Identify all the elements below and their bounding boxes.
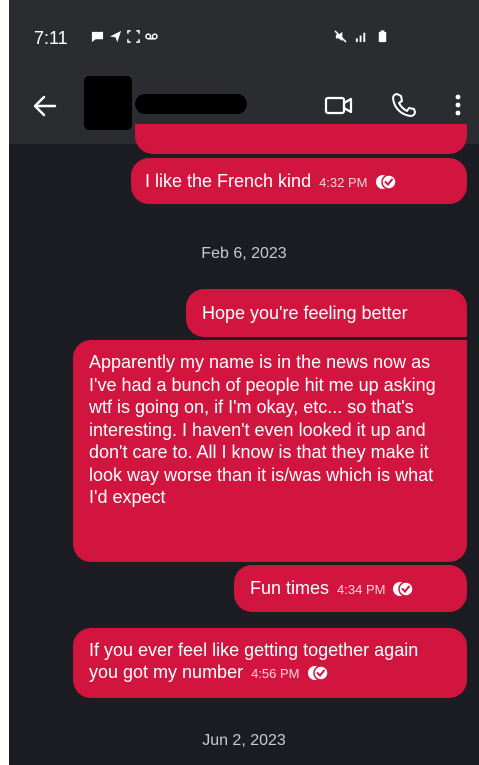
top-bar: 7:11: [9, 0, 479, 144]
screenshot-icon: [127, 30, 140, 43]
message-bubble-partial[interactable]: [135, 124, 467, 154]
read-receipt-icon: [307, 665, 329, 681]
status-left-icons: [91, 30, 158, 43]
status-time: 7:11: [34, 28, 68, 48]
message-time: 4:32 PM: [319, 175, 368, 190]
status-bar: 7:11: [9, 18, 479, 58]
phone-icon[interactable]: [389, 90, 419, 120]
voicemail-icon: [145, 33, 158, 40]
battery-icon: [378, 30, 387, 43]
send-icon: [109, 30, 122, 43]
avatar[interactable]: [84, 76, 132, 130]
message-time: 4:56 PM: [251, 666, 300, 681]
message-bubble-outgoing[interactable]: If you ever feel like getting together a…: [73, 628, 467, 698]
message-text: Hope you're feeling better: [202, 303, 408, 323]
more-vert-icon[interactable]: [449, 90, 467, 120]
phone-screen: 7:11 I like the French kind 4:32 PM Feb …: [9, 0, 479, 765]
date-separator: Jun 2, 2023: [202, 732, 286, 749]
back-arrow-icon[interactable]: [31, 92, 59, 120]
read-receipt-icon: [375, 174, 397, 190]
message-bubble-outgoing[interactable]: Fun times 4:34 PM: [234, 565, 467, 612]
signal-icon: [355, 32, 366, 43]
message-bubble-outgoing[interactable]: Apparently my name is in the news now as…: [73, 340, 467, 562]
message-text: I like the French kind: [145, 171, 312, 191]
message-list[interactable]: I like the French kind 4:32 PM Feb 6, 202…: [9, 124, 479, 765]
chat-bubble-icon: [91, 31, 104, 43]
message-bubble-outgoing[interactable]: Hope you're feeling better: [186, 289, 467, 337]
message-text: Fun times: [250, 578, 330, 598]
status-right-icons: [334, 30, 389, 43]
contact-name[interactable]: [135, 94, 247, 114]
read-receipt-icon: [393, 581, 415, 597]
message-bubble-outgoing[interactable]: I like the French kind 4:32 PM: [131, 158, 467, 204]
date-separator: Feb 6, 2023: [201, 245, 287, 262]
mute-icon: [334, 30, 347, 43]
video-call-icon[interactable]: [324, 90, 354, 120]
message-time: 4:34 PM: [337, 582, 386, 597]
message-text: Apparently my name is in the news now as…: [89, 352, 436, 507]
